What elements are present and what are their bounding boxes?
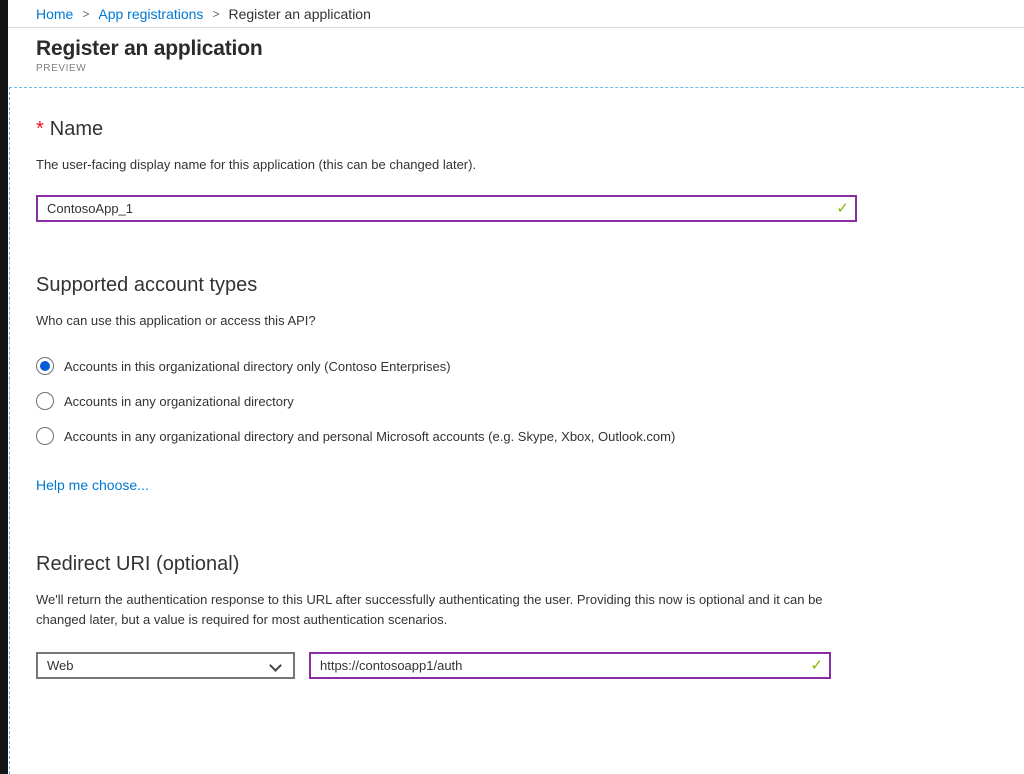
redirect-uri-description: We'll return the authentication response… xyxy=(36,590,851,630)
redirect-uri-row: Web ✓ xyxy=(36,652,1024,679)
radio-button-icon[interactable] xyxy=(36,427,54,445)
breadcrumb-app-registrations-link[interactable]: App registrations xyxy=(98,6,203,22)
sidebar-edge xyxy=(0,0,8,774)
valid-checkmark-icon: ✓ xyxy=(836,199,849,217)
required-asterisk: * xyxy=(36,118,44,140)
name-input-wrap: ✓ xyxy=(36,195,857,222)
redirect-uri-input-wrap: ✓ xyxy=(309,652,831,679)
breadcrumb-separator: > xyxy=(82,7,89,21)
breadcrumb-current-page: Register an application xyxy=(228,6,370,22)
breadcrumb-home-link[interactable]: Home xyxy=(36,6,73,22)
register-application-form: * Name The user-facing display name for t… xyxy=(9,87,1024,774)
name-input[interactable] xyxy=(36,195,857,222)
platform-type-selected-value: Web xyxy=(47,658,74,673)
redirect-uri-heading: Redirect URI (optional) xyxy=(36,553,1024,576)
page-title: Register an application xyxy=(36,37,1024,61)
breadcrumb-separator: > xyxy=(212,7,219,21)
radio-option-single-tenant[interactable]: Accounts in this organizational director… xyxy=(36,357,1024,375)
radio-option-label: Accounts in any organizational directory xyxy=(64,394,294,409)
platform-type-dropdown[interactable]: Web xyxy=(36,652,295,679)
radio-option-multi-tenant[interactable]: Accounts in any organizational directory xyxy=(36,392,1024,410)
name-description: The user-facing display name for this ap… xyxy=(36,155,1024,175)
name-section-heading: * Name xyxy=(36,118,1024,141)
radio-button-icon[interactable] xyxy=(36,357,54,375)
breadcrumb: Home > App registrations > Register an a… xyxy=(8,0,1024,28)
radio-option-label: Accounts in any organizational directory… xyxy=(64,429,675,444)
account-types-heading: Supported account types xyxy=(36,274,1024,297)
radio-button-icon[interactable] xyxy=(36,392,54,410)
radio-option-multi-tenant-personal[interactable]: Accounts in any organizational directory… xyxy=(36,427,1024,445)
redirect-uri-input[interactable] xyxy=(309,652,831,679)
account-types-question: Who can use this application or access t… xyxy=(36,311,1024,331)
chevron-down-icon xyxy=(269,659,282,672)
valid-checkmark-icon: ✓ xyxy=(810,656,823,674)
preview-badge: PREVIEW xyxy=(36,63,1024,74)
radio-option-label: Accounts in this organizational director… xyxy=(64,359,451,374)
name-heading-label: Name xyxy=(50,118,103,140)
page-header: Register an application PREVIEW xyxy=(8,28,1024,87)
help-me-choose-link[interactable]: Help me choose... xyxy=(36,477,149,493)
